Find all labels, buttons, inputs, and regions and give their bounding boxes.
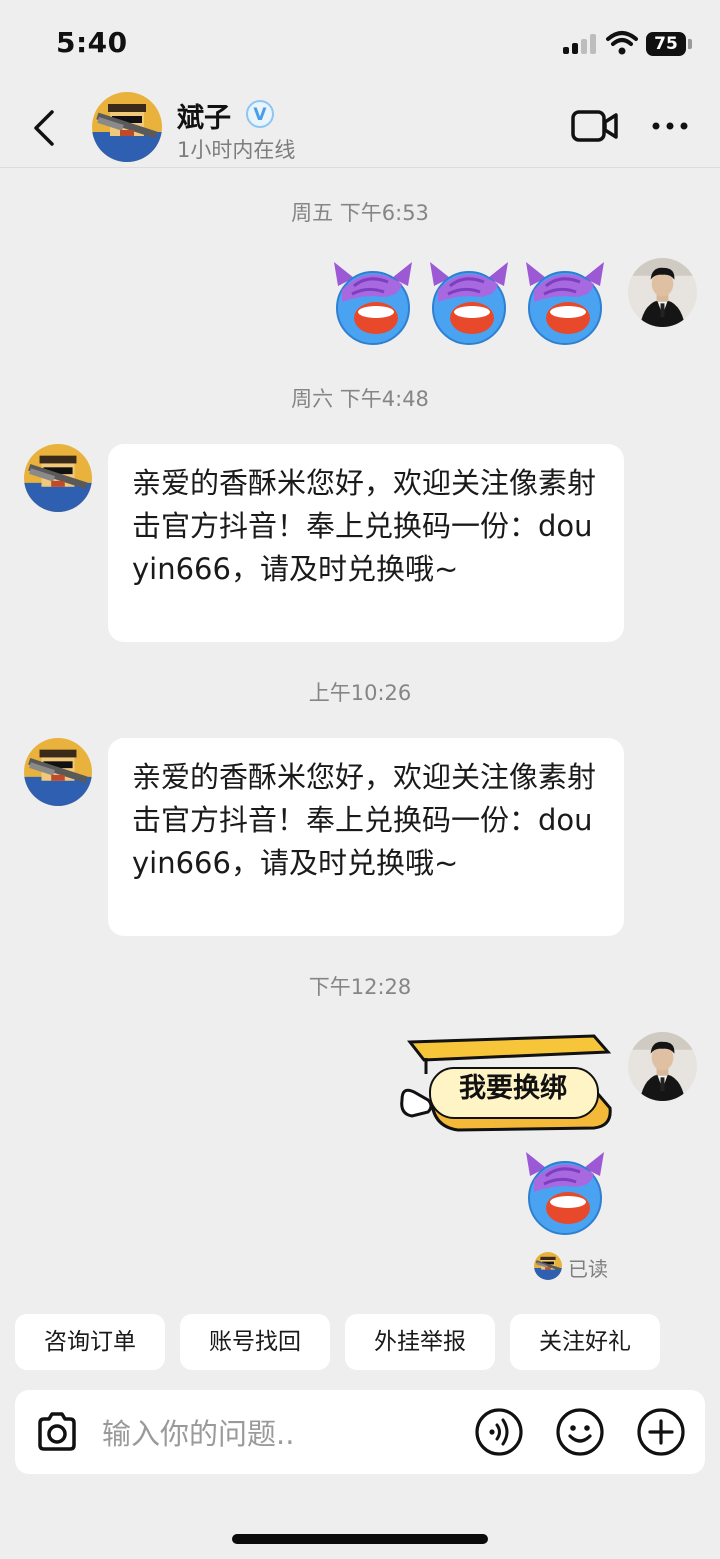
status-time: 5:40 bbox=[56, 26, 128, 59]
chevron-left-icon[interactable] bbox=[30, 106, 60, 150]
cellular-signal-icon bbox=[563, 34, 599, 54]
sticker-text: 我要换绑 bbox=[459, 1073, 567, 1104]
verified-badge-icon: V bbox=[246, 100, 274, 128]
my-avatar[interactable] bbox=[628, 1032, 697, 1101]
battery-level: 75 bbox=[646, 32, 686, 56]
wifi-icon bbox=[606, 31, 638, 55]
message-bubble[interactable]: 亲爱的香酥米您好，欢迎关注像素射击官方抖音！奉上兑换码一份：douyin666，… bbox=[108, 444, 624, 642]
plus-icon[interactable] bbox=[636, 1407, 686, 1457]
online-status: 1小时内在线 bbox=[177, 138, 296, 162]
devil-facepalm-emoji bbox=[328, 256, 418, 346]
my-avatar[interactable] bbox=[628, 258, 697, 327]
timestamp: 上午10:26 bbox=[308, 681, 412, 705]
sticker-message[interactable] bbox=[328, 256, 610, 346]
more-dots-icon[interactable] bbox=[650, 112, 690, 140]
graduation-cap-pointing-sticker[interactable]: 我要换绑 bbox=[398, 1030, 613, 1140]
quick-reply-follow-gift[interactable]: 关注好礼 bbox=[510, 1314, 660, 1370]
emoji-icon[interactable] bbox=[555, 1407, 605, 1457]
contact-avatar[interactable] bbox=[24, 444, 92, 512]
read-receipt: 已读 bbox=[568, 1257, 608, 1281]
timestamp: 下午12:28 bbox=[308, 975, 412, 999]
contact-avatar[interactable] bbox=[24, 738, 92, 806]
message-input[interactable] bbox=[100, 1408, 464, 1460]
contact-avatar[interactable] bbox=[92, 92, 162, 162]
devil-facepalm-emoji[interactable] bbox=[520, 1146, 610, 1236]
devil-facepalm-emoji bbox=[520, 256, 610, 346]
quick-reply-cheat-report[interactable]: 外挂举报 bbox=[345, 1314, 495, 1370]
quick-reply-order[interactable]: 咨询订单 bbox=[15, 1314, 165, 1370]
read-receipt-avatar bbox=[534, 1252, 562, 1280]
timestamp: 周五 下午6:53 bbox=[291, 201, 429, 225]
battery-cap bbox=[688, 39, 692, 49]
header-divider bbox=[0, 167, 720, 168]
video-camera-icon[interactable] bbox=[570, 108, 620, 144]
message-bubble[interactable]: 亲爱的香酥米您好，欢迎关注像素射击官方抖音！奉上兑换码一份：douyin666，… bbox=[108, 738, 624, 936]
devil-facepalm-emoji bbox=[424, 256, 514, 346]
home-indicator[interactable] bbox=[232, 1534, 488, 1544]
quick-reply-account-recovery[interactable]: 账号找回 bbox=[180, 1314, 330, 1370]
camera-icon[interactable] bbox=[32, 1407, 82, 1457]
contact-name[interactable]: 斌子 bbox=[177, 96, 231, 135]
voice-icon[interactable] bbox=[474, 1407, 524, 1457]
timestamp: 周六 下午4:48 bbox=[291, 387, 429, 411]
